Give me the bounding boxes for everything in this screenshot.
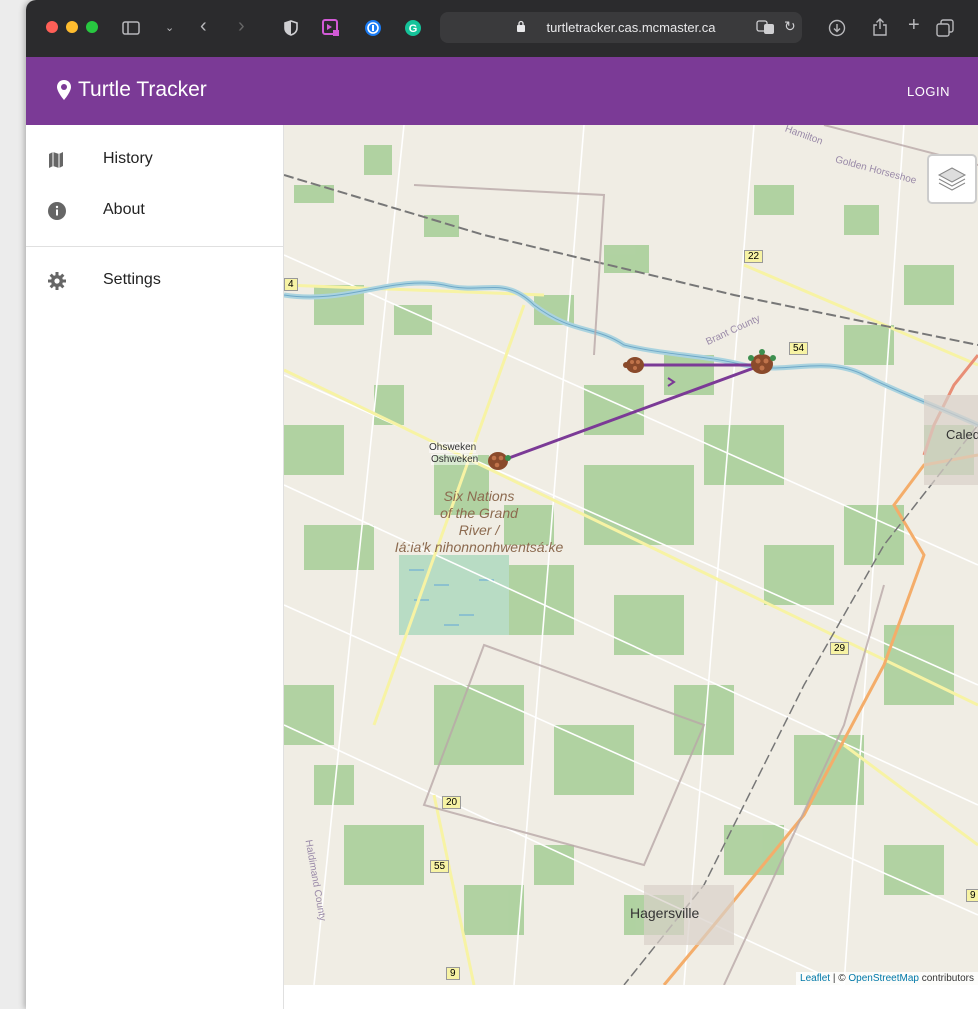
map-label: Caled <box>946 427 978 442</box>
road-shield: 22 <box>744 250 764 263</box>
map-view[interactable]: Ohsweken Oshweken Six Nations of the Gra… <box>284 125 978 985</box>
svg-text:G: G <box>409 23 418 35</box>
leaflet-link[interactable]: Leaflet <box>800 973 830 984</box>
info-icon <box>48 202 66 225</box>
sidebar-item-label: Settings <box>103 271 161 288</box>
share-icon[interactable] <box>872 17 888 41</box>
turtle-marker-icon[interactable] <box>484 448 512 479</box>
sidebar-toggle-icon[interactable] <box>122 20 140 40</box>
map-label: Ohsweken <box>429 442 477 453</box>
close-window-button[interactable] <box>46 21 58 33</box>
road-shield: 54 <box>789 342 809 355</box>
road-shield: 55 <box>430 860 450 873</box>
login-button[interactable]: LOGIN <box>907 84 950 99</box>
minimize-window-button[interactable] <box>66 21 78 33</box>
reader-extension-icon[interactable] <box>322 19 340 41</box>
turtle-marker-icon[interactable] <box>746 349 778 384</box>
road-shield: 20 <box>442 796 462 809</box>
new-tab-icon[interactable]: + <box>908 15 920 35</box>
sidebar-divider <box>26 246 283 247</box>
sidebar: History About Settings <box>26 125 284 1009</box>
sidebar-item-about[interactable]: About <box>26 190 283 230</box>
map-label: Hagersville <box>630 905 700 921</box>
map-label: Oshweken <box>431 454 479 465</box>
gear-icon <box>48 272 66 295</box>
app-header: Turtle Tracker LOGIN <box>26 57 978 125</box>
map-attribution: Leaflet | © OpenStreetMap contributors <box>796 972 978 985</box>
turtle-marker-icon[interactable] <box>623 354 647 381</box>
reload-icon[interactable]: ↻ <box>784 18 796 35</box>
map-icon <box>48 151 64 174</box>
attribution-suffix: contributors <box>918 973 974 984</box>
chevron-down-icon[interactable]: ⌄ <box>165 20 174 36</box>
sidebar-item-label: History <box>103 150 153 167</box>
url-text: turtletracker.cas.mcmaster.ca <box>546 20 716 35</box>
sidebar-item-history[interactable]: History <box>26 139 283 179</box>
app-title: Turtle Tracker <box>78 78 207 101</box>
reserve-label-line: Iá:ia'k nihonnonhwentsá:ke <box>394 539 564 555</box>
attribution-separator: | © <box>830 973 849 984</box>
page-footer-area <box>284 985 978 1009</box>
shield-icon[interactable] <box>284 20 298 40</box>
reserve-label-line: Six Nations <box>443 488 515 504</box>
road-shield: 4 <box>284 278 298 291</box>
reserve-label-line: River / <box>458 522 500 538</box>
road-shield: 29 <box>830 642 850 655</box>
browser-window: ⌄ ‹ › G turtletracker.cas.mcmaster.ca ↻ <box>26 0 978 1009</box>
translate-icon[interactable] <box>756 19 776 38</box>
road-shield: 9 <box>446 967 460 980</box>
forward-arrow-icon[interactable]: › <box>238 16 245 36</box>
grammarly-icon[interactable]: G <box>404 19 422 41</box>
reserve-label: Six Nations of the Grand River / Iá:ia'k… <box>364 488 594 556</box>
road-shield: 9 <box>966 889 978 902</box>
reserve-label-line: of the Grand <box>440 505 518 521</box>
sidebar-item-label: About <box>103 201 145 218</box>
layers-control-button[interactable] <box>927 154 977 204</box>
sidebar-item-settings[interactable]: Settings <box>26 260 283 300</box>
osm-link[interactable]: OpenStreetMap <box>848 973 919 984</box>
layers-icon <box>937 164 967 199</box>
tab-overview-icon[interactable] <box>936 19 954 41</box>
back-arrow-icon[interactable]: ‹ <box>200 16 207 36</box>
zoom-window-button[interactable] <box>86 21 98 33</box>
download-icon[interactable] <box>828 19 846 41</box>
browser-toolbar: ⌄ ‹ › G turtletracker.cas.mcmaster.ca ↻ <box>26 0 978 57</box>
location-pin-icon <box>56 79 72 106</box>
address-bar[interactable]: turtletracker.cas.mcmaster.ca ↻ <box>440 12 802 43</box>
password-manager-icon[interactable] <box>364 19 382 41</box>
